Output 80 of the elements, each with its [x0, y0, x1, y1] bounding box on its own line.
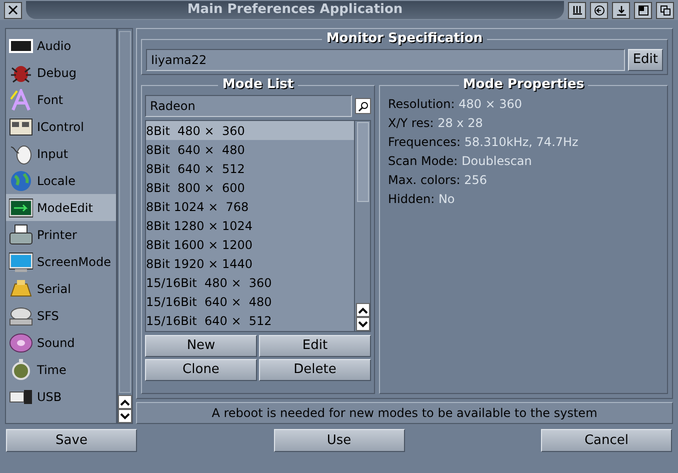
- mode-action-button[interactable]: Clone: [145, 359, 257, 381]
- mode-action-button[interactable]: Delete: [259, 359, 371, 381]
- window-control-button[interactable]: [656, 2, 674, 18]
- stopwatch-icon: [9, 358, 33, 380]
- mode-list-row[interactable]: 15/16Bit 640 × 480: [146, 292, 354, 311]
- chevron-up-icon: [358, 306, 368, 314]
- mode-action-button[interactable]: New: [145, 335, 257, 357]
- sidebar-item[interactable]: ScreenMode: [6, 248, 116, 275]
- window-control-button[interactable]: [612, 2, 630, 18]
- window-control-button[interactable]: [634, 2, 652, 18]
- sidebar-item[interactable]: USB: [6, 383, 116, 410]
- chevron-down-icon: [120, 412, 130, 420]
- scrollbar-thumb[interactable]: [119, 31, 131, 393]
- sidebar-item[interactable]: Audio: [6, 32, 116, 59]
- panel-icon: [9, 116, 33, 138]
- mouse-icon: [9, 142, 33, 164]
- close-icon: [8, 5, 18, 15]
- letter-icon: [9, 88, 33, 110]
- mode-list-row[interactable]: 8Bit 800 × 600: [146, 178, 354, 197]
- mode-list-row[interactable]: 15/16Bit 480 × 360: [146, 273, 354, 292]
- mode-action-button[interactable]: Edit: [259, 335, 371, 357]
- property-line: Frequences: 58.310kHz, 74.7Hz: [388, 134, 580, 151]
- printer-icon: [9, 224, 33, 246]
- dialog-button[interactable]: Cancel: [541, 429, 672, 452]
- sidebar-item[interactable]: Font: [6, 86, 116, 113]
- monitor-icon: [9, 196, 33, 218]
- sidebar-item[interactable]: Sound: [6, 329, 116, 356]
- close-button[interactable]: [4, 2, 22, 18]
- scrollbar-thumb[interactable]: [356, 122, 368, 202]
- scroll-down-button[interactable]: [356, 317, 370, 331]
- group-title: Monitor Specification: [322, 31, 487, 47]
- disk-drive-icon: [9, 304, 33, 326]
- dialog-button[interactable]: Save: [6, 429, 137, 452]
- speaker-icon: [9, 332, 33, 354]
- arrow-left-icon: [594, 4, 604, 16]
- property-line: Hidden: No: [388, 191, 456, 208]
- chevron-up-icon: [120, 398, 130, 406]
- square-icon: [638, 4, 648, 16]
- property-line: Scan Mode: Doublescan: [388, 153, 533, 170]
- sidebar-item[interactable]: Time: [6, 356, 116, 383]
- monitor-name-field[interactable]: Iiyama22: [146, 49, 625, 71]
- mode-list-row[interactable]: 8Bit 1280 × 1024: [146, 216, 354, 235]
- mode-list-row[interactable]: 8Bit 1920 × 1440: [146, 254, 354, 273]
- sidebar-item[interactable]: Debug: [6, 59, 116, 86]
- sidebar-item[interactable]: ModeEdit: [6, 194, 116, 221]
- property-line: X/Y res: 28 x 28: [388, 115, 484, 132]
- search-button[interactable]: [355, 98, 371, 114]
- sidebar-item[interactable]: IControl: [6, 113, 116, 140]
- sidebar-item[interactable]: Locale: [6, 167, 116, 194]
- window-control-button[interactable]: [568, 2, 586, 18]
- sidebar-item[interactable]: Printer: [6, 221, 116, 248]
- bars-icon: [572, 4, 582, 16]
- scroll-up-button[interactable]: [118, 395, 132, 409]
- mode-list-row[interactable]: 8Bit 1600 × 1200: [146, 235, 354, 254]
- mode-list-row[interactable]: 8Bit 640 × 480: [146, 140, 354, 159]
- sidebar-item[interactable]: Serial: [6, 275, 116, 302]
- globe-icon: [9, 170, 33, 192]
- mode-list-row[interactable]: 8Bit 1024 × 768: [146, 197, 354, 216]
- window-control-button[interactable]: [590, 2, 608, 18]
- group-title: Mode Properties: [458, 77, 588, 93]
- chevron-down-icon: [358, 320, 368, 328]
- connector-icon: [9, 278, 33, 300]
- search-icon: [358, 100, 368, 112]
- property-line: Max. colors: 256: [388, 172, 488, 189]
- mode-list-row[interactable]: 15/16Bit 640 × 512: [146, 311, 354, 330]
- mode-list-row[interactable]: 8Bit 480 × 360: [146, 121, 354, 140]
- download-icon: [616, 4, 626, 16]
- overlapping-squares-icon: [660, 4, 670, 16]
- scroll-down-button[interactable]: [118, 409, 132, 423]
- scroll-up-button[interactable]: [356, 303, 370, 317]
- mode-list-row[interactable]: 8Bit 640 × 512: [146, 159, 354, 178]
- window-title: Main Preferences Application: [187, 1, 403, 20]
- monitor-icon: [9, 250, 33, 272]
- sidebar-item[interactable]: SFS: [6, 302, 116, 329]
- driver-field[interactable]: Radeon: [145, 95, 352, 117]
- edit-monitor-button[interactable]: Edit: [628, 49, 663, 71]
- dialog-button[interactable]: Use: [274, 429, 404, 452]
- property-line: Resolution: 480 × 360: [388, 96, 524, 113]
- sidebar-item[interactable]: Input: [6, 140, 116, 167]
- status-message: A reboot is needed for new modes to be available to the system: [136, 402, 673, 424]
